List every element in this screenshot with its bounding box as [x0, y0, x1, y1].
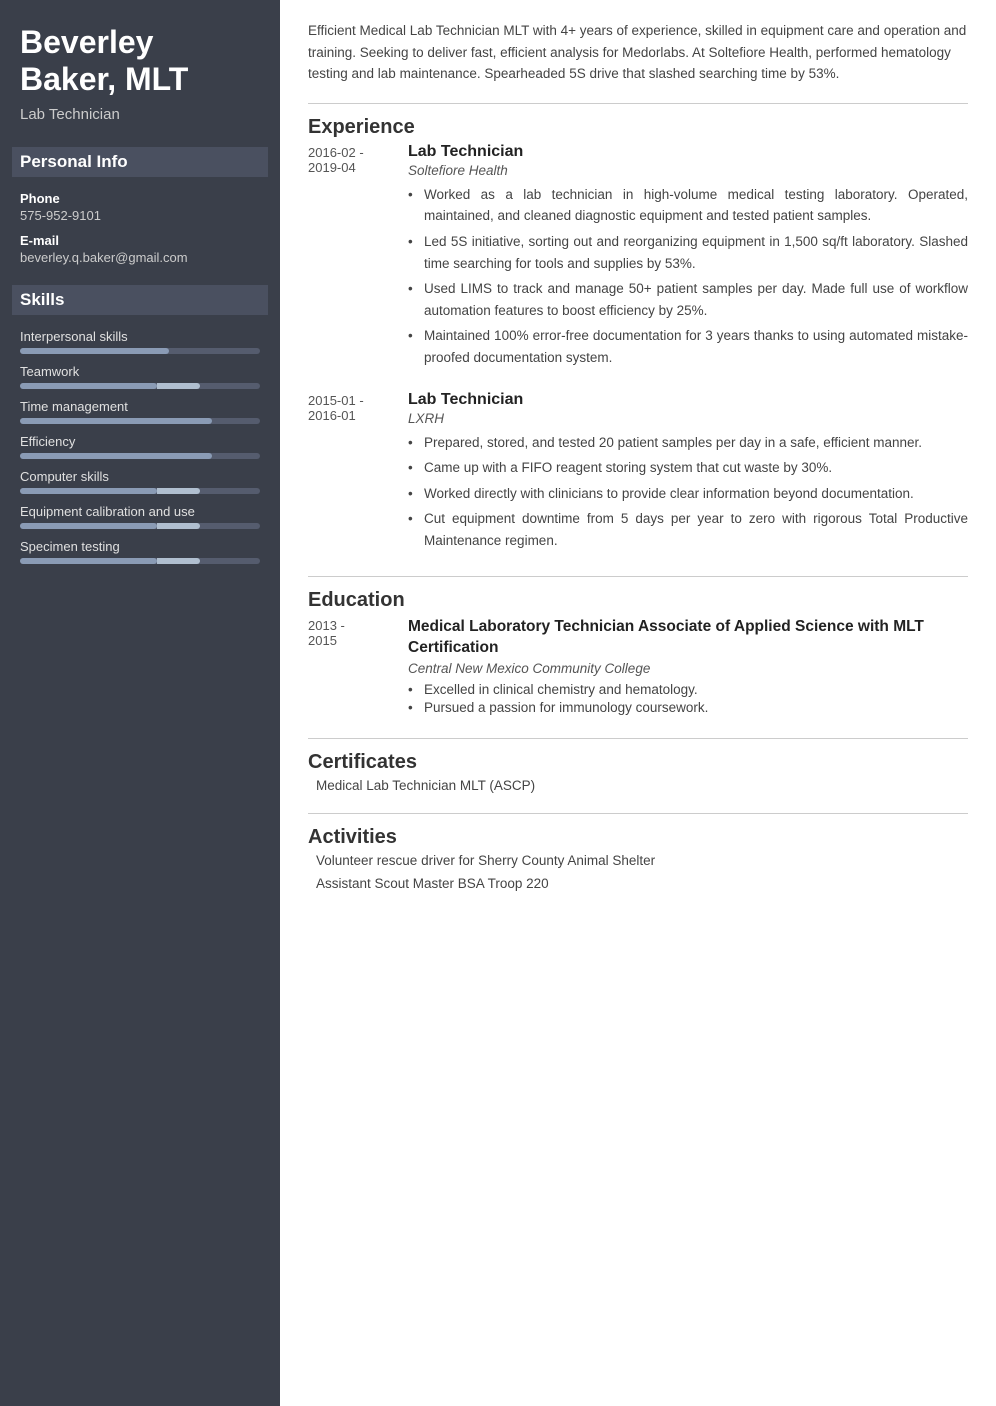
name-line1: Beverley: [20, 24, 153, 60]
list-item: Worked as a lab technician in high-volum…: [408, 184, 968, 227]
activities-container: Volunteer rescue driver for Sherry Count…: [308, 853, 968, 891]
job-body: Lab Technician LXRH Prepared, stored, and …: [408, 391, 968, 556]
sidebar: Beverley Baker, MLT Lab Technician Perso…: [0, 0, 280, 1406]
job-block: 2015-01 - 2016-01Lab Technician LXRH Prepa…: [308, 391, 968, 556]
certificates-heading: Certificates: [308, 751, 968, 774]
skill-bar: [20, 558, 260, 564]
skill-bar-filled: [20, 488, 157, 494]
skill-item: Computer skills: [20, 469, 260, 494]
activities-section: Activities Volunteer rescue driver for S…: [308, 826, 968, 891]
skill-bar-filled: [20, 453, 212, 459]
list-item: Maintained 100% error-free documentation…: [408, 325, 968, 368]
skill-bar-filled: [20, 418, 212, 424]
skill-bar-accent: [157, 383, 200, 389]
skill-item: Time management: [20, 399, 260, 424]
skill-item: Efficiency: [20, 434, 260, 459]
candidate-title: Lab Technician: [20, 106, 260, 123]
email-value: beverley.q.baker@gmail.com: [20, 250, 260, 265]
experience-divider: [308, 103, 968, 104]
job-block: 2016-02 - 2019-04Lab Technician Soltefior…: [308, 143, 968, 373]
certificates-section: Certificates Medical Lab Technician MLT …: [308, 751, 968, 793]
resume-container: Beverley Baker, MLT Lab Technician Perso…: [0, 0, 996, 1406]
phone-label: Phone: [20, 191, 260, 206]
list-item: Prepared, stored, and tested 20 patient …: [408, 432, 968, 454]
list-item: Pursued a passion for immunology coursew…: [408, 700, 968, 715]
cert-item: Medical Lab Technician MLT (ASCP): [308, 778, 968, 793]
experience-section: Experience 2016-02 - 2019-04Lab Technici…: [308, 116, 968, 556]
name-line2: Baker, MLT: [20, 61, 188, 97]
skill-bar: [20, 383, 260, 389]
activity-item: Assistant Scout Master BSA Troop 220: [308, 876, 968, 891]
skill-bar-filled: [20, 348, 169, 354]
list-item: Worked directly with clinicians to provi…: [408, 483, 968, 505]
main-content: Efficient Medical Lab Technician MLT wit…: [280, 0, 996, 1406]
skill-bar-filled: [20, 558, 157, 564]
skill-name: Efficiency: [20, 434, 260, 449]
skill-bar: [20, 348, 260, 354]
jobs-container: 2016-02 - 2019-04Lab Technician Soltefior…: [308, 143, 968, 556]
education-section: Education 2013 - 2015Medical Laboratory …: [308, 589, 968, 718]
activity-item: Volunteer rescue driver for Sherry Count…: [308, 853, 968, 868]
job-dates: 2016-02 - 2019-04: [308, 143, 408, 373]
job-company: LXRH: [408, 411, 968, 426]
list-item: Excelled in clinical chemistry and hemat…: [408, 682, 968, 697]
skill-item: Interpersonal skills: [20, 329, 260, 354]
skill-name: Teamwork: [20, 364, 260, 379]
certificates-container: Medical Lab Technician MLT (ASCP): [308, 778, 968, 793]
skills-list: Interpersonal skills Teamwork Time managem…: [20, 329, 260, 564]
education-divider: [308, 576, 968, 577]
certificates-divider: [308, 738, 968, 739]
education-heading: Education: [308, 589, 968, 612]
skill-name: Specimen testing: [20, 539, 260, 554]
job-bullets: Worked as a lab technician in high-volum…: [408, 184, 968, 369]
experience-heading: Experience: [308, 116, 968, 139]
activities-heading: Activities: [308, 826, 968, 849]
skill-name: Interpersonal skills: [20, 329, 260, 344]
job-body: Lab Technician Soltefiore Health Worked as…: [408, 143, 968, 373]
candidate-name: Beverley Baker, MLT: [20, 24, 260, 98]
skill-name: Computer skills: [20, 469, 260, 484]
list-item: Came up with a FIFO reagent storing syst…: [408, 457, 968, 479]
edu-dates: 2013 - 2015: [308, 616, 408, 718]
skill-bar-accent: [157, 488, 200, 494]
edu-degree: Medical Laboratory Technician Associate …: [408, 616, 968, 659]
job-company: Soltefiore Health: [408, 163, 968, 178]
skill-bar-filled: [20, 523, 157, 529]
education-container: 2013 - 2015Medical Laboratory Technician…: [308, 616, 968, 718]
edu-school: Central New Mexico Community College: [408, 661, 968, 676]
list-item: Led 5S initiative, sorting out and reorg…: [408, 231, 968, 274]
skill-name: Time management: [20, 399, 260, 414]
skill-bar: [20, 488, 260, 494]
skill-bar-accent: [157, 558, 200, 564]
activities-divider: [308, 813, 968, 814]
skill-bar-filled: [20, 383, 157, 389]
job-title: Lab Technician: [408, 143, 968, 161]
edu-bullets: Excelled in clinical chemistry and hemat…: [408, 682, 968, 715]
summary-text: Efficient Medical Lab Technician MLT wit…: [308, 20, 968, 85]
skill-bar: [20, 523, 260, 529]
skill-bar: [20, 453, 260, 459]
skill-bar: [20, 418, 260, 424]
job-bullets: Prepared, stored, and tested 20 patient …: [408, 432, 968, 552]
personal-info-heading: Personal Info: [12, 147, 268, 177]
phone-value: 575-952-9101: [20, 208, 260, 223]
edu-block: 2013 - 2015Medical Laboratory Technician…: [308, 616, 968, 718]
skill-item: Specimen testing: [20, 539, 260, 564]
edu-body: Medical Laboratory Technician Associate …: [408, 616, 968, 718]
skill-item: Teamwork: [20, 364, 260, 389]
skill-name: Equipment calibration and use: [20, 504, 260, 519]
skill-bar-accent: [157, 523, 200, 529]
skill-item: Equipment calibration and use: [20, 504, 260, 529]
skills-heading: Skills: [12, 285, 268, 315]
list-item: Cut equipment downtime from 5 days per y…: [408, 508, 968, 551]
job-title: Lab Technician: [408, 391, 968, 409]
list-item: Used LIMS to track and manage 50+ patien…: [408, 278, 968, 321]
email-label: E-mail: [20, 233, 260, 248]
job-dates: 2015-01 - 2016-01: [308, 391, 408, 556]
